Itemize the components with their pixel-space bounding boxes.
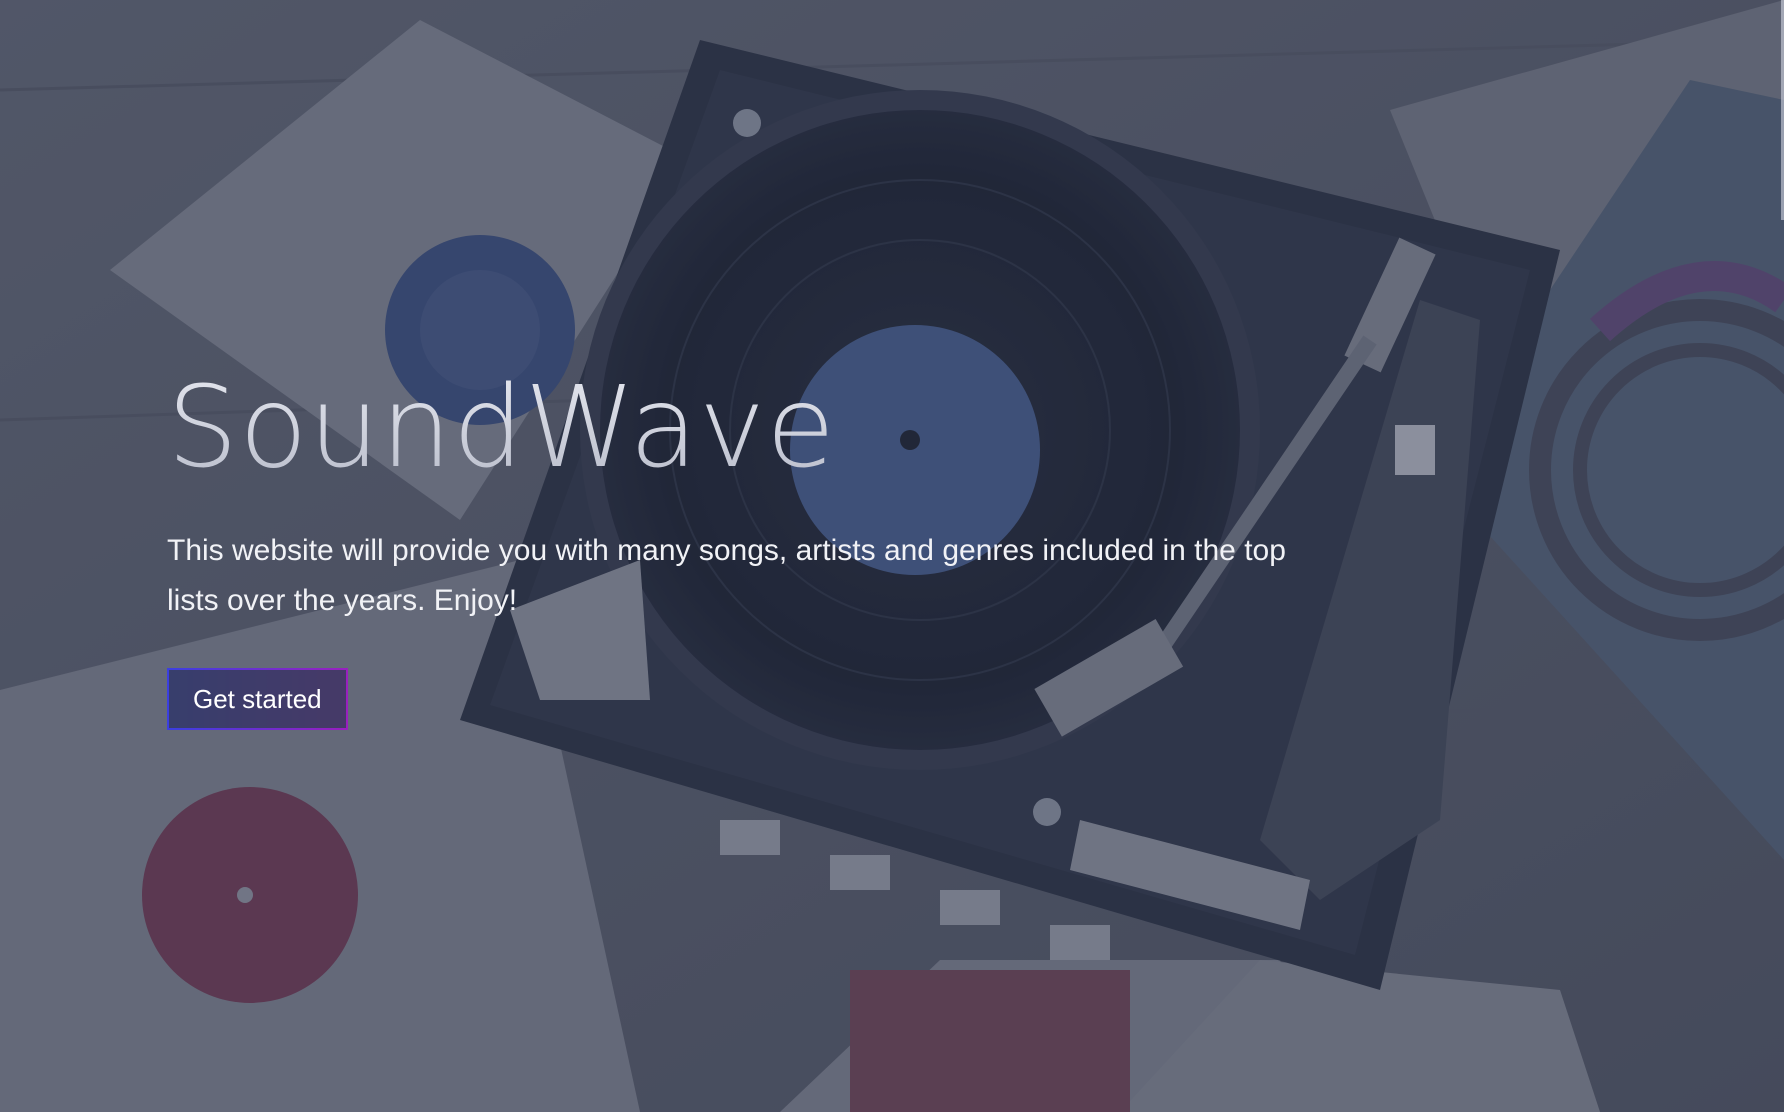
get-started-button[interactable]: Get started: [167, 667, 348, 730]
hero-tagline: This website will provide you with many …: [167, 533, 1286, 617]
hero-content: SoundWave This website will provide you …: [167, 369, 1327, 730]
hero-section: SoundWave This website will provide you …: [0, 0, 1784, 1112]
brand-title: SoundWave: [167, 369, 1327, 488]
get-started-label: Get started: [169, 669, 346, 728]
